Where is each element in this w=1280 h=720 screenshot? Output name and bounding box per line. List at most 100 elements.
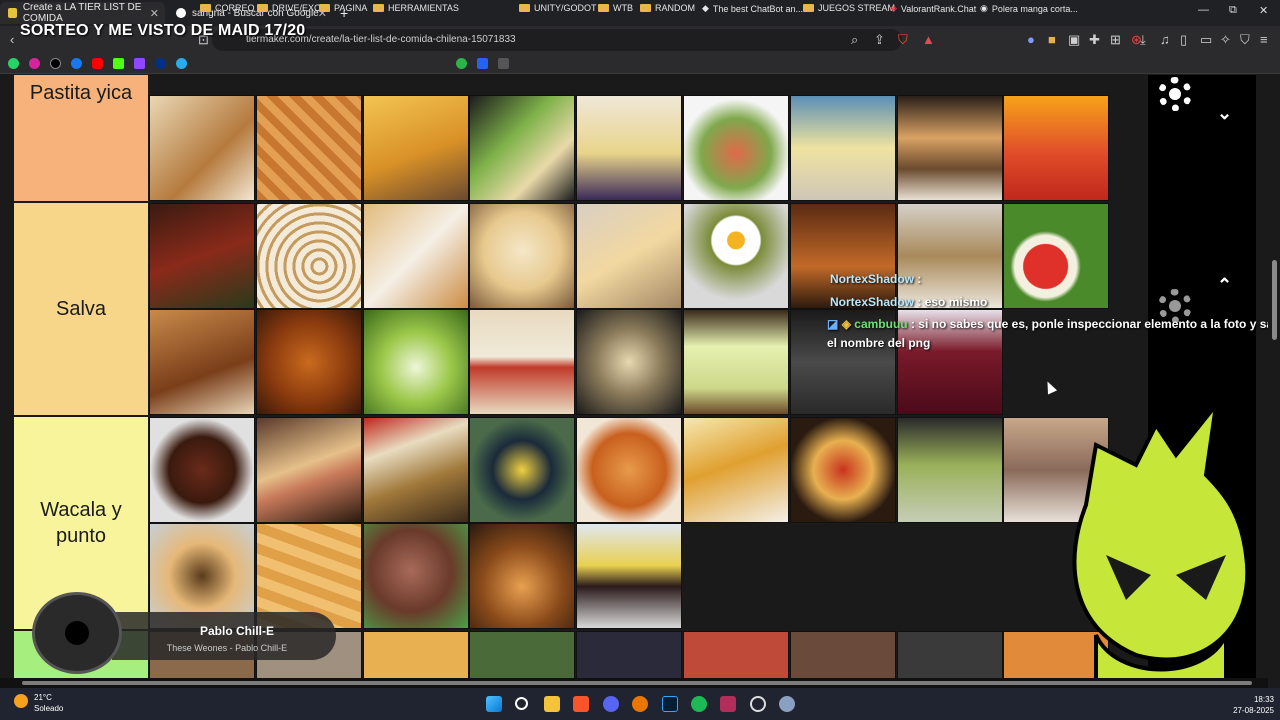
- food-tile[interactable]: [363, 523, 469, 629]
- brave-browser-icon[interactable]: [573, 696, 589, 712]
- music-icon[interactable]: ♫: [1160, 32, 1170, 47]
- system-clock[interactable]: 18:33 27-08-2025: [1224, 694, 1274, 716]
- chevron-down-icon[interactable]: ⌄: [1217, 103, 1232, 124]
- food-tile[interactable]: [363, 309, 469, 415]
- food-tile[interactable]: [576, 631, 682, 680]
- weather-widget[interactable]: 21°C Soleado: [14, 692, 63, 714]
- settings-gear-icon[interactable]: [1158, 77, 1192, 111]
- telegram-icon[interactable]: [176, 58, 187, 69]
- back-icon[interactable]: ‹: [10, 32, 14, 47]
- grid-app-icon[interactable]: [498, 58, 509, 69]
- discord-icon[interactable]: [603, 696, 619, 712]
- minimize-icon[interactable]: —: [1198, 4, 1209, 16]
- menu-icon[interactable]: ≡: [1260, 32, 1268, 47]
- food-tile[interactable]: [683, 417, 789, 523]
- tier-label-pastita-yica[interactable]: Pastita yica: [14, 75, 148, 201]
- food-tile[interactable]: [256, 95, 362, 201]
- spotify-icon[interactable]: [691, 696, 707, 712]
- windows-start-icon[interactable]: [486, 696, 502, 712]
- maximize-icon[interactable]: ⧉: [1229, 4, 1237, 17]
- food-tile[interactable]: [363, 631, 469, 680]
- extension-icon[interactable]: ▣: [1068, 32, 1080, 48]
- vertical-scrollbar[interactable]: [1268, 75, 1280, 680]
- food-tile[interactable]: [363, 203, 469, 309]
- extension-icon[interactable]: ⊞: [1110, 32, 1121, 48]
- address-bar[interactable]: tiermaker.com/create/la-tier-list-de-com…: [212, 29, 902, 51]
- food-tile[interactable]: [897, 417, 1003, 523]
- x-icon[interactable]: [50, 58, 61, 69]
- youtube-icon[interactable]: [92, 58, 103, 69]
- bookmark-correo[interactable]: CORREO: [200, 3, 255, 13]
- search-icon[interactable]: [515, 697, 528, 710]
- app-icon[interactable]: [750, 696, 766, 712]
- food-tile[interactable]: [897, 631, 1003, 680]
- food-tile[interactable]: [149, 417, 255, 523]
- close-window-icon[interactable]: ✕: [1259, 4, 1268, 17]
- twitch-icon[interactable]: [134, 58, 145, 69]
- food-tile[interactable]: [149, 203, 255, 309]
- chevron-up-icon[interactable]: ⌃: [1217, 275, 1232, 296]
- food-tile[interactable]: [1003, 203, 1109, 309]
- vertical-scroll-thumb[interactable]: [1272, 260, 1277, 340]
- sidebar-icon[interactable]: ▯: [1180, 32, 1187, 48]
- brave-rewards-icon[interactable]: ▲: [922, 32, 935, 47]
- wallet-icon[interactable]: ▭: [1200, 32, 1212, 48]
- food-tile[interactable]: [256, 309, 362, 415]
- share-icon[interactable]: ⇪: [874, 32, 885, 48]
- food-tile[interactable]: [363, 95, 469, 201]
- paypal-icon[interactable]: [155, 58, 166, 69]
- food-tile[interactable]: [790, 631, 896, 680]
- bookmark-wtb[interactable]: WTB: [598, 3, 633, 13]
- instagram-icon[interactable]: [29, 58, 40, 69]
- kick-icon[interactable]: [113, 58, 124, 69]
- green-app-icon[interactable]: [456, 58, 467, 69]
- puzzle-icon[interactable]: ✚: [1089, 32, 1100, 48]
- blender-icon[interactable]: [632, 696, 648, 712]
- food-tile[interactable]: [149, 95, 255, 201]
- food-tile[interactable]: [790, 203, 896, 309]
- extension-icon[interactable]: ■: [1048, 32, 1056, 47]
- food-tile[interactable]: [469, 203, 575, 309]
- close-tab-icon[interactable]: ✕: [150, 7, 159, 20]
- food-tile[interactable]: [576, 95, 682, 201]
- bookmark-unity[interactable]: UNITY/GODOT: [519, 3, 597, 13]
- bookmark-random[interactable]: RANDOM: [640, 3, 695, 13]
- food-tile[interactable]: [576, 309, 682, 415]
- vpn-icon[interactable]: ⛉: [1240, 32, 1250, 48]
- zoom-icon[interactable]: ⌕: [851, 32, 858, 48]
- blue-app-icon[interactable]: [477, 58, 488, 69]
- food-tile[interactable]: [256, 203, 362, 309]
- food-tile[interactable]: [897, 95, 1003, 201]
- food-tile[interactable]: [149, 309, 255, 415]
- file-explorer-icon[interactable]: [544, 696, 560, 712]
- bookmark-pagina[interactable]: PAGINA: [319, 3, 367, 13]
- food-tile[interactable]: [683, 203, 789, 309]
- extension-icon[interactable]: ●: [1027, 32, 1035, 47]
- tier-label-salva[interactable]: Salva: [14, 203, 148, 415]
- food-tile[interactable]: [576, 523, 682, 629]
- horizontal-scroll-thumb[interactable]: [22, 681, 1252, 685]
- food-tile[interactable]: [683, 309, 789, 415]
- food-tile[interactable]: [469, 523, 575, 629]
- download-icon[interactable]: ⤓: [1140, 32, 1146, 48]
- food-tile[interactable]: [256, 417, 362, 523]
- photoshop-icon[interactable]: [662, 696, 678, 712]
- tab-tiermaker[interactable]: Create a LA TIER LIST DE COMIDA ✕: [0, 2, 165, 24]
- bookmark-chatbot[interactable]: ◆ The best ChatBot an...: [702, 3, 803, 14]
- food-tile[interactable]: [1003, 95, 1109, 201]
- food-tile[interactable]: [469, 95, 575, 201]
- food-tile[interactable]: [363, 417, 469, 523]
- food-tile[interactable]: [469, 417, 575, 523]
- food-tile[interactable]: [576, 417, 682, 523]
- whatsapp-icon[interactable]: [8, 58, 19, 69]
- food-tile[interactable]: [897, 203, 1003, 309]
- settings-gear-icon[interactable]: [779, 696, 795, 712]
- leo-icon[interactable]: ✧: [1220, 32, 1231, 48]
- bookmark-herramientas[interactable]: HERRAMIENTAS: [373, 3, 459, 13]
- brave-shield-icon[interactable]: ⛉: [898, 32, 908, 48]
- bookmark-drive[interactable]: DRIVE/EXC: [257, 3, 321, 13]
- bookmark-valorant[interactable]: ◈ ValorantRank.Chat: [890, 3, 976, 14]
- food-tile[interactable]: [790, 95, 896, 201]
- food-tile[interactable]: [576, 203, 682, 309]
- food-tile[interactable]: [469, 631, 575, 680]
